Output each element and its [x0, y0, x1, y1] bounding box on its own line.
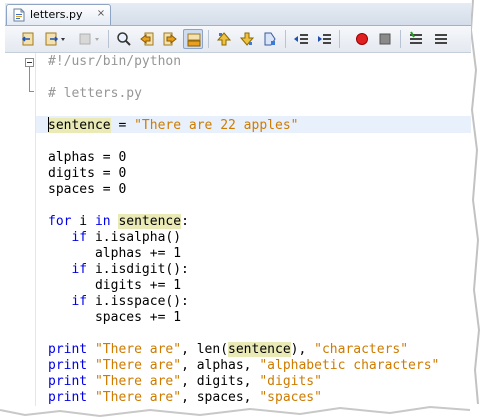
- toolbar-separator: [400, 30, 401, 48]
- code-line: # letters.py: [48, 86, 142, 102]
- start-macro-icon[interactable]: [352, 29, 372, 49]
- string-token: "digits": [259, 374, 322, 389]
- code-line: print "There are", digits, "digits": [48, 374, 322, 390]
- tab-bar: letters.py ×: [5, 3, 471, 26]
- toolbar-separator: [208, 30, 209, 48]
- string-token: "spaces": [259, 390, 322, 405]
- text-caret: [48, 117, 49, 132]
- comment-token: # letters.py: [48, 86, 142, 101]
- code-line: digits = 0: [48, 166, 127, 181]
- next-bookmark-icon[interactable]: [237, 29, 257, 49]
- shift-left-icon[interactable]: [291, 29, 311, 49]
- line-gutter: [5, 53, 36, 406]
- toolbar-separator: [108, 30, 109, 48]
- string-token: "There are": [94, 390, 182, 405]
- tab-letters-py[interactable]: letters.py ×: [6, 4, 111, 25]
- keyword-token: print: [48, 390, 88, 405]
- tab-label: letters.py: [30, 8, 83, 21]
- find-icon[interactable]: [114, 29, 134, 49]
- code-text: i.isspace():: [87, 294, 189, 309]
- string-token: "characters": [314, 342, 409, 357]
- code-line: alphas += 1: [48, 246, 182, 261]
- code-text: , len(: [181, 342, 229, 357]
- python-file-icon: [13, 8, 25, 22]
- code-text: i: [71, 214, 95, 229]
- code-text: ),: [290, 342, 315, 357]
- comment-icon[interactable]: [406, 29, 426, 49]
- toolbar-separator: [285, 30, 286, 48]
- string-token: "There are": [94, 374, 182, 389]
- keyword-token: if: [71, 294, 88, 309]
- previous-bookmark-icon[interactable]: [214, 29, 234, 49]
- back-icon[interactable]: [18, 29, 38, 49]
- shift-right-icon[interactable]: [314, 29, 334, 49]
- code-line: sentence = "There are 22 apples": [48, 118, 298, 134]
- find-next-icon[interactable]: [160, 29, 180, 49]
- identifier-token: sentence: [228, 342, 291, 357]
- keyword-token: if: [71, 230, 88, 245]
- code-text: , digits,: [181, 374, 260, 389]
- code-line: print "There are", len(sentence), "chara…: [48, 342, 408, 358]
- toolbar-separator: [339, 30, 340, 48]
- code-text: , spaces,: [181, 390, 260, 405]
- code-line: digits += 1: [48, 278, 182, 293]
- find-previous-icon[interactable]: [137, 29, 157, 49]
- keyword-token: print: [48, 358, 88, 373]
- close-icon[interactable]: ×: [95, 7, 107, 21]
- editor-toolbar: [5, 26, 471, 53]
- code-line: if i.isspace():: [48, 294, 189, 310]
- toggle-highlight-icon[interactable]: [183, 29, 203, 49]
- disabled-icon[interactable]: [76, 29, 104, 49]
- code-line: print "There are", spaces, "spaces": [48, 390, 322, 406]
- uncomment-icon[interactable]: [429, 29, 449, 49]
- code-text: , alphas,: [181, 358, 260, 373]
- toggle-bookmark-icon[interactable]: [260, 29, 280, 49]
- code-text: i.isdigit():: [87, 262, 189, 277]
- code-editor[interactable]: #!/usr/bin/python # letters.py sentence …: [5, 53, 471, 406]
- editor-window: letters.py × #!/usr/bin/python # letters…: [5, 3, 471, 406]
- torn-edge-bottom: [0, 404, 480, 418]
- string-token: "There are": [94, 358, 182, 373]
- code-text: i.isalpha(): [87, 230, 182, 245]
- keyword-token: print: [48, 342, 88, 357]
- keyword-token: if: [71, 262, 88, 277]
- forward-dropdown-icon[interactable]: [42, 29, 70, 49]
- string-token: "alphabetic characters": [259, 358, 440, 373]
- code-line: spaces += 1: [48, 310, 182, 325]
- code-line: for i in sentence:: [48, 214, 189, 230]
- fold-collapse-icon[interactable]: [25, 58, 34, 67]
- identifier-token: sentence: [118, 214, 182, 229]
- code-line: if i.isalpha(): [48, 230, 181, 246]
- identifier-token: sentence: [48, 118, 111, 133]
- string-token: "There are 22 apples": [134, 118, 299, 133]
- code-line: spaces = 0: [48, 182, 127, 197]
- fold-guide-end: [29, 91, 34, 92]
- code-text: :: [181, 214, 189, 229]
- string-token: "There are": [94, 342, 182, 357]
- stop-macro-icon[interactable]: [375, 29, 395, 49]
- fold-guide-line: [29, 67, 30, 91]
- keyword-token: in: [94, 214, 111, 229]
- code-line: if i.isdigit():: [48, 262, 189, 278]
- keyword-token: print: [48, 374, 88, 389]
- keyword-token: for: [48, 214, 72, 229]
- comment-token: #!/usr/bin/python: [48, 54, 182, 69]
- code-line: #!/usr/bin/python: [48, 54, 181, 70]
- code-line: print "There are", alphas, "alphabetic c…: [48, 358, 439, 374]
- operator-token: =: [110, 118, 135, 133]
- code-line: alphas = 0: [48, 150, 127, 165]
